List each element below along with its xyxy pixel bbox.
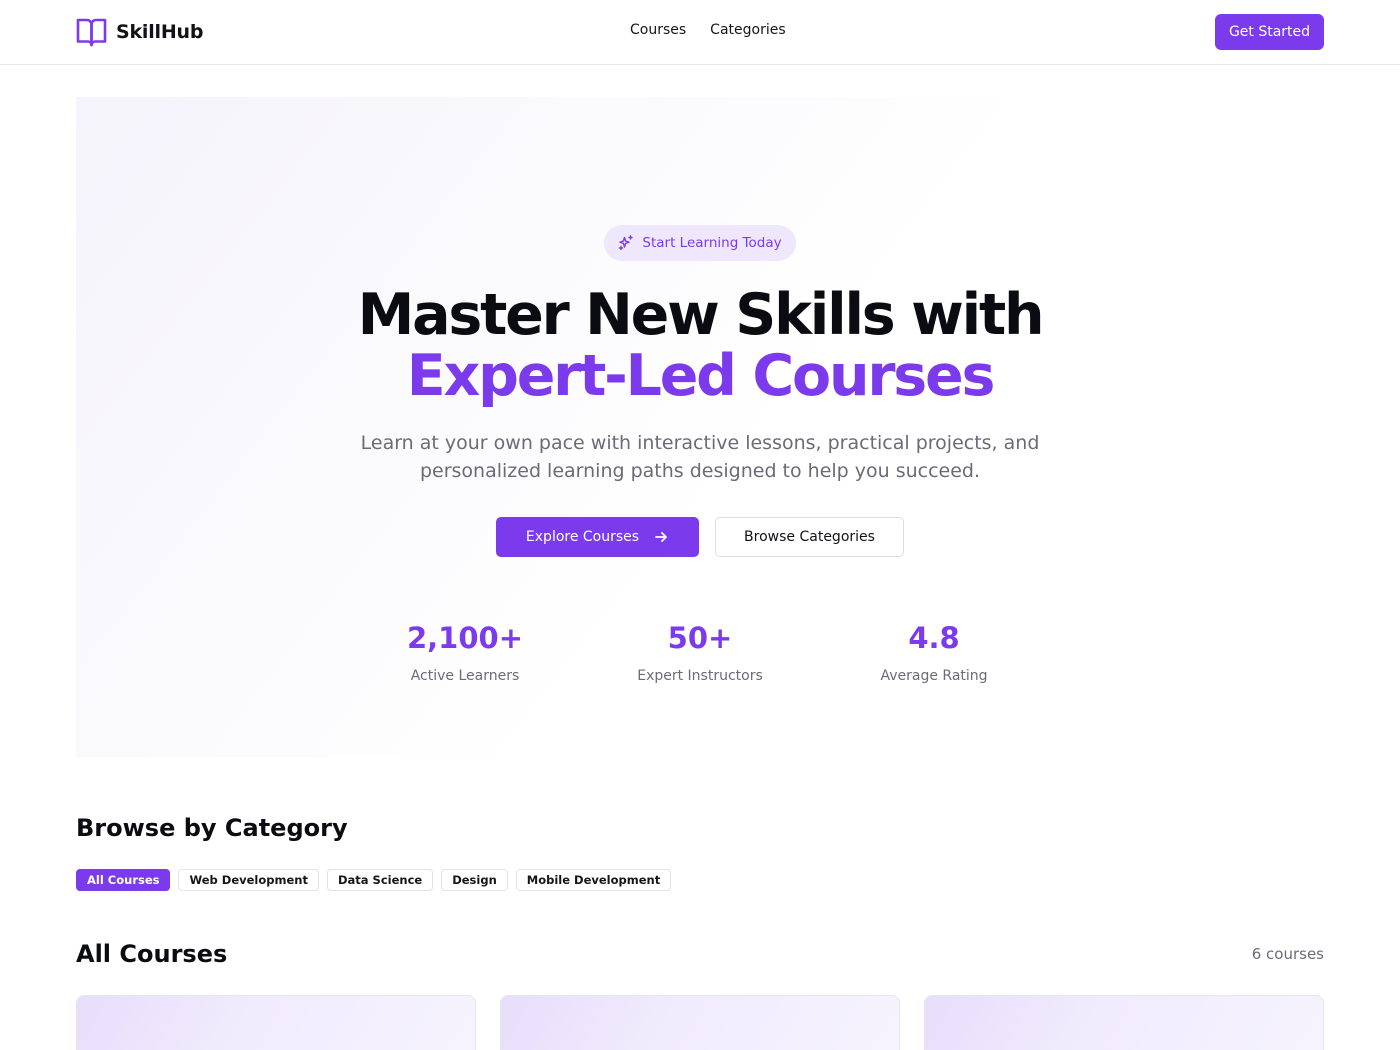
- course-thumbnail: [501, 996, 899, 1050]
- start-learning-badge: Start Learning Today: [604, 225, 796, 261]
- category-filter-chips: All Courses Web Development Data Science…: [76, 869, 672, 891]
- top-navbar: SkillHub Courses Categories Get Started: [0, 0, 1400, 65]
- course-thumbnail: [925, 996, 1323, 1050]
- browse-categories-button[interactable]: Browse Categories: [715, 517, 904, 557]
- stat-average-rating: 4.8 Average Rating: [834, 620, 1034, 684]
- stat-value: 50+: [667, 621, 733, 655]
- get-started-button[interactable]: Get Started: [1215, 14, 1324, 50]
- stat-value: 4.8: [908, 621, 960, 655]
- nav-link-courses[interactable]: Courses: [630, 22, 686, 38]
- course-thumbnail: [77, 996, 475, 1050]
- brand-name: SkillHub: [116, 21, 204, 43]
- arrow-right-icon: [655, 532, 667, 542]
- course-card[interactable]: [500, 995, 900, 1050]
- stat-label: Expert Instructors: [637, 668, 763, 684]
- stat-active-learners: 2,100+ Active Learners: [365, 620, 565, 684]
- chip-mobile-development[interactable]: Mobile Development: [515, 869, 672, 891]
- nav-link-categories[interactable]: Categories: [710, 22, 785, 38]
- stat-value: 2,100+: [406, 621, 524, 655]
- stat-label: Average Rating: [880, 668, 988, 684]
- course-card[interactable]: [76, 995, 476, 1050]
- sparkles-icon: [619, 235, 634, 251]
- chip-all-courses[interactable]: All Courses: [76, 869, 171, 891]
- chip-web-development[interactable]: Web Development: [178, 869, 319, 891]
- hero-title-line1: Master New Skills with: [357, 282, 1045, 348]
- all-courses-title: All Courses: [76, 940, 228, 968]
- browse-category-title: Browse by Category: [76, 814, 348, 842]
- badge-label: Start Learning Today: [642, 235, 782, 251]
- explore-courses-button[interactable]: Explore Courses: [496, 517, 699, 557]
- chip-data-science[interactable]: Data Science: [326, 869, 434, 891]
- course-count: 6 courses: [1251, 945, 1324, 963]
- hero-title-line2: Expert-Led Courses: [406, 343, 996, 409]
- main-nav: Courses Categories: [630, 22, 786, 38]
- hero-subtitle-line2: personalized learning paths designed to …: [419, 460, 981, 482]
- stat-label: Active Learners: [410, 668, 520, 684]
- course-card[interactable]: [924, 995, 1324, 1050]
- hero-subtitle-line1: Learn at your own pace with interactive …: [360, 432, 1040, 454]
- brand-logo[interactable]: SkillHub: [76, 16, 203, 48]
- hero-subtitle: Learn at your own pace with interactive …: [350, 429, 1050, 485]
- chip-design[interactable]: Design: [441, 869, 508, 891]
- open-book-icon: [76, 18, 107, 47]
- stat-expert-instructors: 50+ Expert Instructors: [600, 620, 800, 684]
- explore-courses-label: Explore Courses: [525, 529, 640, 545]
